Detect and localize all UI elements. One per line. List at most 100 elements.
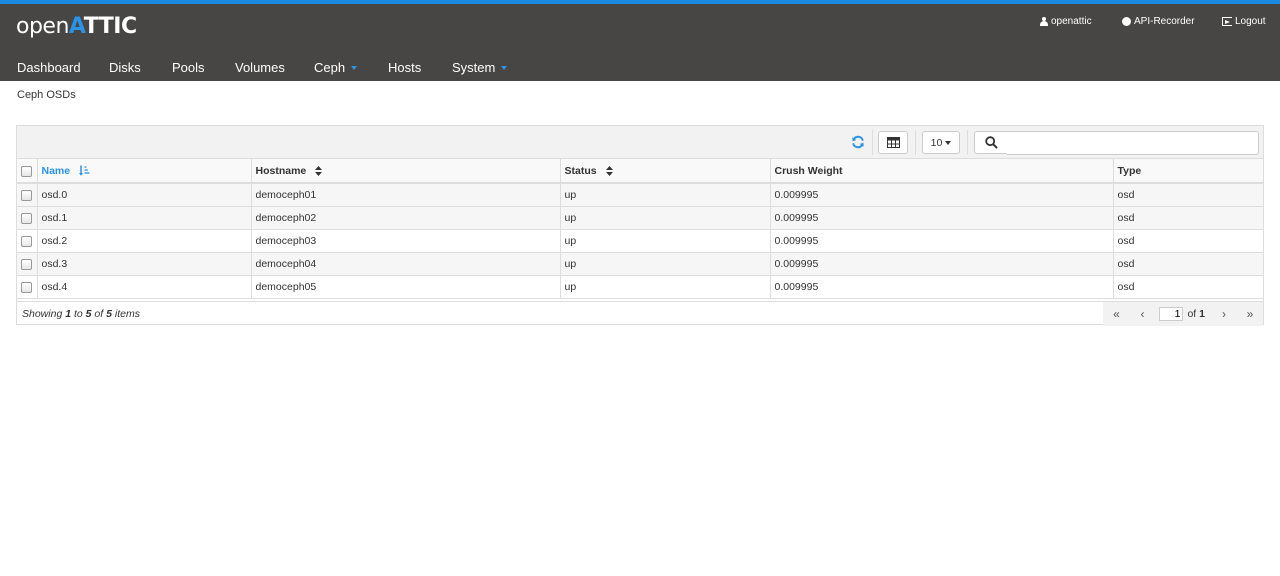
sort-ascending-icon <box>79 165 90 177</box>
caret-down-icon <box>945 140 952 145</box>
nav-system[interactable]: System <box>452 60 508 75</box>
nav-hosts[interactable]: Hosts <box>388 60 421 75</box>
api-recorder-label: API-Recorder <box>1134 16 1195 27</box>
showing-of-word: of <box>94 308 104 320</box>
showing-items-text: Showing 1 to 5 of 5 items <box>22 308 140 320</box>
column-header-name[interactable]: Name <box>37 159 252 184</box>
nav-ceph[interactable]: Ceph <box>314 60 358 75</box>
page-size-dropdown[interactable]: 10 <box>922 131 960 154</box>
pagination: « ‹ of 1 › » <box>1103 302 1263 326</box>
table-row[interactable]: osd.3 democeph04 up 0.009995 osd <box>17 252 1263 276</box>
logo-text-ttic: TTIC <box>83 14 137 39</box>
cell-status: up <box>560 206 771 230</box>
cell-name: osd.1 <box>37 206 252 230</box>
cell-hostname: democeph03 <box>251 229 561 253</box>
user-icon <box>1040 17 1048 26</box>
row-select-cell <box>17 206 38 230</box>
sort-icon <box>315 165 323 176</box>
nav-dashboard[interactable]: Dashboard <box>17 60 81 75</box>
caret-down-icon <box>501 65 508 70</box>
osd-table-panel: 10 Name Hostname Status Crush Weight Typ… <box>16 125 1264 326</box>
caret-down-icon <box>351 65 358 70</box>
nav-ceph-label: Ceph <box>314 60 346 75</box>
cell-name: osd.2 <box>37 229 252 253</box>
cell-crush-weight: 0.009995 <box>770 252 1114 276</box>
logout-link[interactable]: Logout <box>1222 16 1266 27</box>
column-header-status[interactable]: Status <box>560 159 771 184</box>
cell-type: osd <box>1113 252 1263 276</box>
cell-crush-weight: 0.009995 <box>770 206 1114 230</box>
row-select-cell <box>17 275 38 299</box>
search-icon <box>984 136 998 149</box>
double-chevron-right-icon: » <box>1246 307 1254 321</box>
sort-icon <box>605 165 613 176</box>
toolbar-divider <box>872 130 873 155</box>
page-of-text: of 1 <box>1187 308 1205 320</box>
cell-type: osd <box>1113 275 1263 299</box>
nav-volumes[interactable]: Volumes <box>235 60 285 75</box>
cell-hostname: democeph05 <box>251 275 561 299</box>
row-checkbox[interactable] <box>21 190 32 202</box>
total-pages: 1 <box>1199 308 1205 320</box>
record-icon <box>1122 17 1131 26</box>
row-checkbox[interactable] <box>21 282 32 293</box>
column-label-hostname: Hostname <box>255 164 307 177</box>
select-all-checkbox[interactable] <box>21 166 32 177</box>
user-name: openattic <box>1051 16 1092 27</box>
cell-hostname: democeph02 <box>251 206 561 230</box>
refresh-icon[interactable] <box>851 135 865 149</box>
first-page-button[interactable]: « <box>1103 302 1129 326</box>
logo-text-a: A <box>68 14 84 39</box>
table-row[interactable]: osd.1 democeph02 up 0.009995 osd <box>17 206 1263 230</box>
row-select-cell <box>17 183 38 207</box>
cell-status: up <box>560 229 771 253</box>
table-header-row: Name Hostname Status Crush Weight Type <box>17 159 1263 184</box>
toolbar-divider <box>967 130 968 155</box>
showing-total: 5 <box>106 308 112 320</box>
breadcrumb: Ceph OSDs <box>17 89 76 101</box>
table-columns-icon <box>886 137 900 148</box>
search-button[interactable] <box>974 131 1008 154</box>
column-header-type[interactable]: Type <box>1113 159 1263 184</box>
table-row[interactable]: osd.0 democeph01 up 0.009995 osd <box>17 183 1263 207</box>
row-select-cell <box>17 252 38 276</box>
table-row[interactable]: osd.4 democeph05 up 0.009995 osd <box>17 275 1263 299</box>
cell-name: osd.3 <box>37 252 252 276</box>
showing-prefix: Showing <box>22 308 63 320</box>
cell-hostname: democeph04 <box>251 252 561 276</box>
user-menu-link[interactable]: openattic <box>1040 16 1092 27</box>
next-page-button[interactable]: › <box>1211 302 1237 326</box>
double-chevron-left-icon: « <box>1113 307 1120 321</box>
showing-from: 1 <box>65 308 72 320</box>
nav-disks[interactable]: Disks <box>109 60 141 75</box>
select-all-cell <box>17 159 38 184</box>
api-recorder-link[interactable]: API-Recorder <box>1122 16 1195 27</box>
table-toolbar: 10 <box>17 126 1263 159</box>
cell-type: osd <box>1113 206 1263 230</box>
prev-page-button[interactable]: ‹ <box>1129 302 1155 326</box>
cell-status: up <box>560 183 771 207</box>
cell-crush-weight: 0.009995 <box>770 275 1114 299</box>
cell-type: osd <box>1113 229 1263 253</box>
cell-status: up <box>560 252 771 276</box>
row-checkbox[interactable] <box>21 213 32 224</box>
row-checkbox[interactable] <box>21 236 32 247</box>
nav-pools[interactable]: Pools <box>172 60 205 75</box>
page-number-input[interactable] <box>1159 307 1184 321</box>
table-row[interactable]: osd.2 democeph03 up 0.009995 osd <box>17 229 1263 253</box>
openattic-logo[interactable]: openATTIC <box>16 13 137 39</box>
column-header-crush-weight[interactable]: Crush Weight <box>770 159 1114 184</box>
cell-name: osd.0 <box>37 183 252 207</box>
top-navbar: openATTIC openattic API-Recorder Logout … <box>0 0 1280 81</box>
column-toggle-button[interactable] <box>878 131 908 154</box>
last-page-button[interactable]: » <box>1237 302 1263 326</box>
cell-hostname: democeph01 <box>251 183 561 207</box>
chevron-right-icon: › <box>1222 307 1226 321</box>
logout-label: Logout <box>1235 16 1266 27</box>
row-checkbox[interactable] <box>21 259 32 270</box>
page-size-value: 10 <box>930 136 943 149</box>
logout-icon <box>1222 17 1232 26</box>
column-header-hostname[interactable]: Hostname <box>251 159 561 184</box>
osd-table: Name Hostname Status Crush Weight Type o… <box>17 159 1263 299</box>
search-input[interactable] <box>1007 131 1259 155</box>
